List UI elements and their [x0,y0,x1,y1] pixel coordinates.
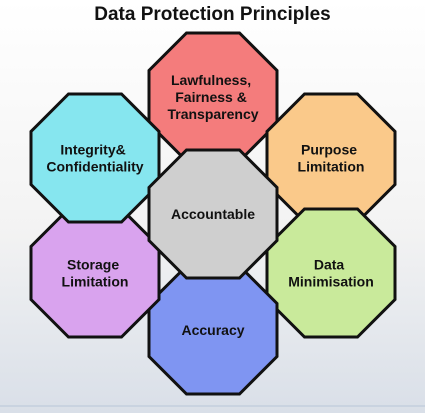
bottom-divider [0,405,425,407]
octagon-purpose-line-2: Limitation [298,159,365,175]
octagon-storage-line-1: Storage [67,257,119,273]
principles-diagram: Lawfulness, Fairness & Transparency Purp… [29,31,397,396]
octagon-minimisation: Data Minimisation [265,207,397,339]
octagon-purpose-label: Purpose Limitation [298,142,365,175]
octagon-storage: Storage Limitation [29,207,161,339]
octagon-storage-label: Storage Limitation [62,257,129,290]
octagon-integrity-line-2: Confidentiality [46,159,143,175]
octagon-minimisation-line-1: Data [314,257,345,273]
octagon-purpose: Purpose Limitation [265,92,397,224]
octagon-lawfulness-line-1: Lawfulness, [171,72,251,88]
octagon-integrity: Integrity& Confidentiality [29,92,161,224]
octagon-accuracy: Accuracy [147,264,279,396]
octagon-storage-line-2: Limitation [62,274,129,290]
octagon-accountable-label: Accountable [171,206,255,222]
octagon-integrity-line-1: Integrity& [60,142,125,158]
octagon-purpose-line-1: Purpose [301,142,357,158]
octagon-accountable-line-1: Accountable [171,206,255,222]
octagon-integrity-label: Integrity& Confidentiality [46,142,143,175]
octagon-accuracy-label: Accuracy [181,322,244,338]
octagon-accountable: Accountable [147,148,279,280]
octagon-minimisation-line-2: Minimisation [288,274,374,290]
octagon-accuracy-line-1: Accuracy [181,322,244,338]
octagon-lawfulness: Lawfulness, Fairness & Transparency [147,31,279,163]
octagon-lawfulness-label: Lawfulness, Fairness & Transparency [167,72,258,122]
octagon-lawfulness-line-3: Transparency [167,106,258,122]
octagon-lawfulness-line-2: Fairness & [175,89,247,105]
